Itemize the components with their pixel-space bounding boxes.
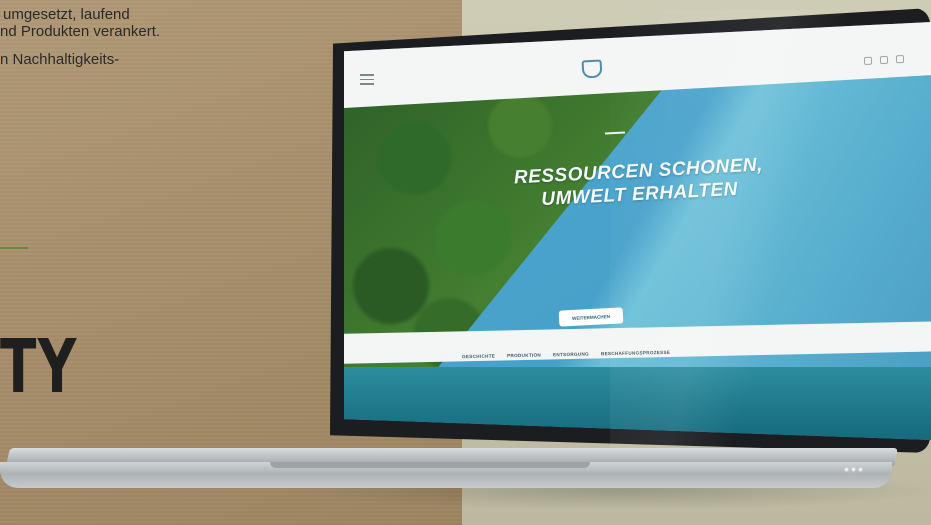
nav-item-produktion[interactable]: PRODUKTION bbox=[507, 353, 541, 359]
body-line-2: nd Produkten verankert. bbox=[0, 23, 161, 40]
account-icon[interactable] bbox=[879, 55, 889, 65]
nav-item-entsorgung[interactable]: ENTSORGUNG bbox=[553, 352, 589, 358]
body-line-1: umgesetzt, laufend bbox=[3, 6, 130, 23]
laptop-screen: RESSOURCEN SCHONEN, UMWELT ERHALTEN WEIT… bbox=[344, 22, 931, 440]
language-icon[interactable] bbox=[895, 54, 905, 64]
status-lights bbox=[845, 468, 862, 471]
laptop-open-notch bbox=[270, 462, 590, 468]
big-heading: TY bbox=[0, 324, 78, 410]
nav-item-geschichte[interactable]: GESCHICHTE bbox=[462, 353, 495, 359]
search-icon[interactable] bbox=[863, 56, 873, 66]
accent-rule bbox=[0, 247, 28, 249]
hamburger-menu-icon[interactable] bbox=[360, 74, 374, 85]
hero-cta-button[interactable]: WEITERMACHEN bbox=[558, 307, 624, 327]
site-logo[interactable] bbox=[581, 59, 603, 79]
shield-logo-icon bbox=[581, 59, 603, 79]
